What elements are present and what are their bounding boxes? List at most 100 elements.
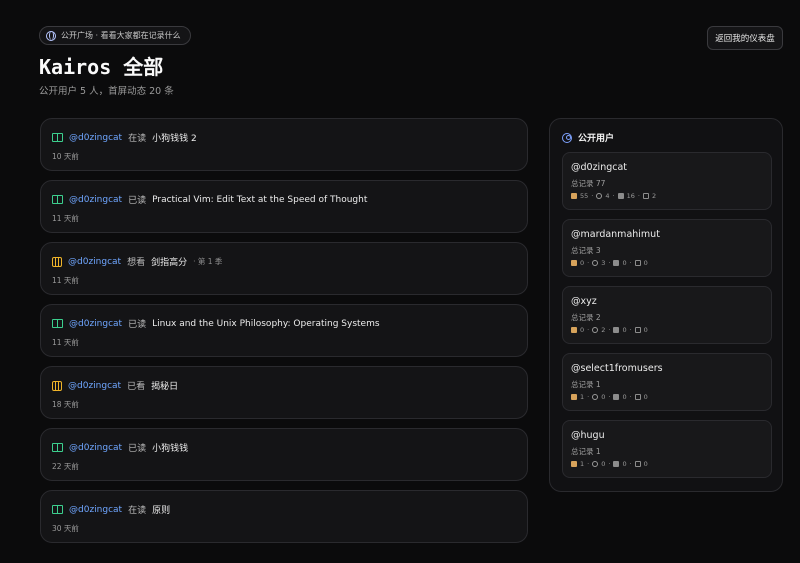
- game-count-icon: [634, 461, 641, 467]
- public-user-stats: 55 · 4 · 16 · 2: [571, 192, 656, 200]
- music-count-icon: [592, 394, 599, 400]
- stat-separator: ·: [629, 460, 632, 468]
- feed-item-user[interactable]: @d0zingcat: [69, 319, 122, 329]
- book-count: 0: [580, 259, 585, 267]
- feed-item-time: 22 天前: [52, 462, 79, 471]
- stat-separator: ·: [587, 259, 590, 267]
- film-count-icon: [613, 461, 620, 467]
- feed-item-time: 11 天前: [52, 338, 79, 347]
- feed-item-title[interactable]: 剑指高分: [151, 255, 187, 268]
- book-icon: [52, 505, 63, 514]
- public-user-total: 总记录 3: [571, 246, 601, 255]
- feed-item-user[interactable]: @d0zingcat: [69, 133, 122, 143]
- music-count-icon: [592, 327, 599, 333]
- film-count-icon: [613, 260, 620, 266]
- book-count-icon: [571, 260, 577, 266]
- game-count: 0: [643, 460, 648, 468]
- public-user-card[interactable]: @xyz 总记录 2 0 · 2 · 0 · 0: [562, 286, 772, 344]
- public-user-total: 总记录 1: [571, 380, 601, 389]
- feed-item-title[interactable]: 揭秘日: [151, 379, 178, 392]
- game-count: 2: [651, 192, 657, 200]
- feed-item[interactable]: @d0zingcat 已读 Linux and the Unix Philosoph…: [40, 304, 528, 357]
- public-users-title: 公开用户: [578, 134, 615, 144]
- game-count-icon: [642, 193, 649, 199]
- feed-item-line: @d0zingcat 想看 剑指高分 · 第 1 季: [52, 255, 222, 268]
- book-count-icon: [571, 461, 577, 467]
- music-count-icon: [596, 193, 603, 199]
- feed-item-title[interactable]: Linux and the Unix Philosophy: Operating…: [152, 319, 379, 329]
- feed-item-title[interactable]: 原则: [152, 503, 170, 516]
- game-count: 0: [643, 393, 648, 401]
- music-count-icon: [592, 461, 599, 467]
- public-user-stats: 1 · 0 · 0 · 0: [571, 393, 648, 401]
- stat-separator: ·: [608, 259, 611, 267]
- feed-item-line: @d0zingcat 在读 小狗钱钱 2: [52, 131, 197, 144]
- book-icon: [52, 133, 63, 142]
- feed-item-title[interactable]: Practical Vim: Edit Text at the Speed of…: [152, 195, 367, 205]
- public-user-card[interactable]: @hugu 总记录 1 1 · 0 · 0 · 0: [562, 420, 772, 478]
- public-users-header: 公开用户: [562, 131, 614, 144]
- book-count-icon: [571, 193, 577, 199]
- feed-item[interactable]: @d0zingcat 在读 原则 30 天前: [40, 490, 528, 543]
- public-user-name: @d0zingcat: [571, 162, 628, 173]
- film-count: 16: [626, 192, 635, 200]
- film-icon: [52, 380, 62, 391]
- feed-item[interactable]: @d0zingcat 已读 Practical Vim: Edit Text at …: [40, 180, 528, 233]
- book-icon: [52, 443, 63, 452]
- public-user-name: @select1fromusers: [571, 363, 663, 374]
- feed-item-title[interactable]: 小狗钱钱 2: [152, 131, 197, 144]
- feed-item-verb: 已读: [128, 196, 147, 206]
- game-count-icon: [634, 260, 641, 266]
- feed-item[interactable]: @d0zingcat 已读 小狗钱钱 22 天前: [40, 428, 528, 481]
- public-square-badge-label: 公开广场 · 看看大家都在记录什么: [61, 31, 181, 40]
- stat-separator: ·: [587, 460, 590, 468]
- feed-item[interactable]: @d0zingcat 想看 剑指高分 · 第 1 季 11 天前: [40, 242, 528, 295]
- page-subtitle: 公开用户 5 人，首屏动态 20 条: [39, 86, 174, 97]
- feed-item-user[interactable]: @d0zingcat: [69, 505, 122, 515]
- public-user-total: 总记录 2: [571, 313, 601, 322]
- book-icon: [52, 319, 63, 328]
- feed-item-title[interactable]: 小狗钱钱: [152, 441, 188, 454]
- feed-item-verb: 已看: [127, 382, 146, 392]
- feed-item-user[interactable]: @d0zingcat: [69, 443, 122, 453]
- feed-item-time: 10 天前: [52, 152, 79, 161]
- game-count-icon: [634, 327, 641, 333]
- public-user-card[interactable]: @mardanmahimut 总记录 3 0 · 3 · 0 · 0: [562, 219, 772, 277]
- public-user-total: 总记录 77: [571, 179, 606, 188]
- public-square-badge: 公开广场 · 看看大家都在记录什么: [39, 26, 191, 45]
- feed-item[interactable]: @d0zingcat 已看 揭秘日 18 天前: [40, 366, 528, 419]
- book-count-icon: [571, 327, 577, 333]
- public-user-total: 总记录 1: [571, 447, 601, 456]
- stat-separator: ·: [608, 326, 611, 334]
- stat-separator: ·: [629, 259, 632, 267]
- feed-item-user[interactable]: @d0zingcat: [68, 381, 121, 391]
- feed-item-verb: 在读: [128, 134, 147, 144]
- book-count: 0: [580, 326, 585, 334]
- feed-item-user[interactable]: @d0zingcat: [69, 195, 122, 205]
- feed-item-time: 11 天前: [52, 276, 79, 285]
- book-count: 1: [580, 393, 585, 401]
- feed-item-line: @d0zingcat 已读 Linux and the Unix Philosoph…: [52, 317, 380, 330]
- book-count: 55: [580, 192, 589, 200]
- public-users-panel: 公开用户 @d0zingcat 总记录 77 55 · 4 · 16 · 2 @mardanmah…: [549, 118, 783, 492]
- feed-item-time: 11 天前: [52, 214, 79, 223]
- globe-icon: [46, 30, 56, 41]
- public-user-stats: 0 · 2 · 0 · 0: [571, 326, 648, 334]
- public-user-name: @mardanmahimut: [571, 229, 660, 240]
- feed-item-user[interactable]: @d0zingcat: [68, 257, 121, 267]
- public-user-card[interactable]: @d0zingcat 总记录 77 55 · 4 · 16 · 2: [562, 152, 772, 210]
- stat-separator: ·: [587, 326, 590, 334]
- public-user-card[interactable]: @select1fromusers 总记录 1 1 · 0 · 0 · 0: [562, 353, 772, 411]
- user-circle-icon: [562, 132, 572, 143]
- feed-item-verb: 在读: [128, 506, 147, 516]
- film-count-icon: [613, 327, 620, 333]
- back-to-dashboard-button[interactable]: 返回我的仪表盘: [707, 26, 783, 50]
- stat-separator: ·: [612, 192, 615, 200]
- public-user-name: @hugu: [571, 430, 605, 441]
- stat-separator: ·: [629, 326, 632, 334]
- feed-item[interactable]: @d0zingcat 在读 小狗钱钱 2 10 天前: [40, 118, 528, 171]
- book-count-icon: [571, 394, 577, 400]
- game-count-icon: [634, 394, 641, 400]
- film-count-icon: [617, 193, 624, 199]
- stat-separator: ·: [608, 460, 611, 468]
